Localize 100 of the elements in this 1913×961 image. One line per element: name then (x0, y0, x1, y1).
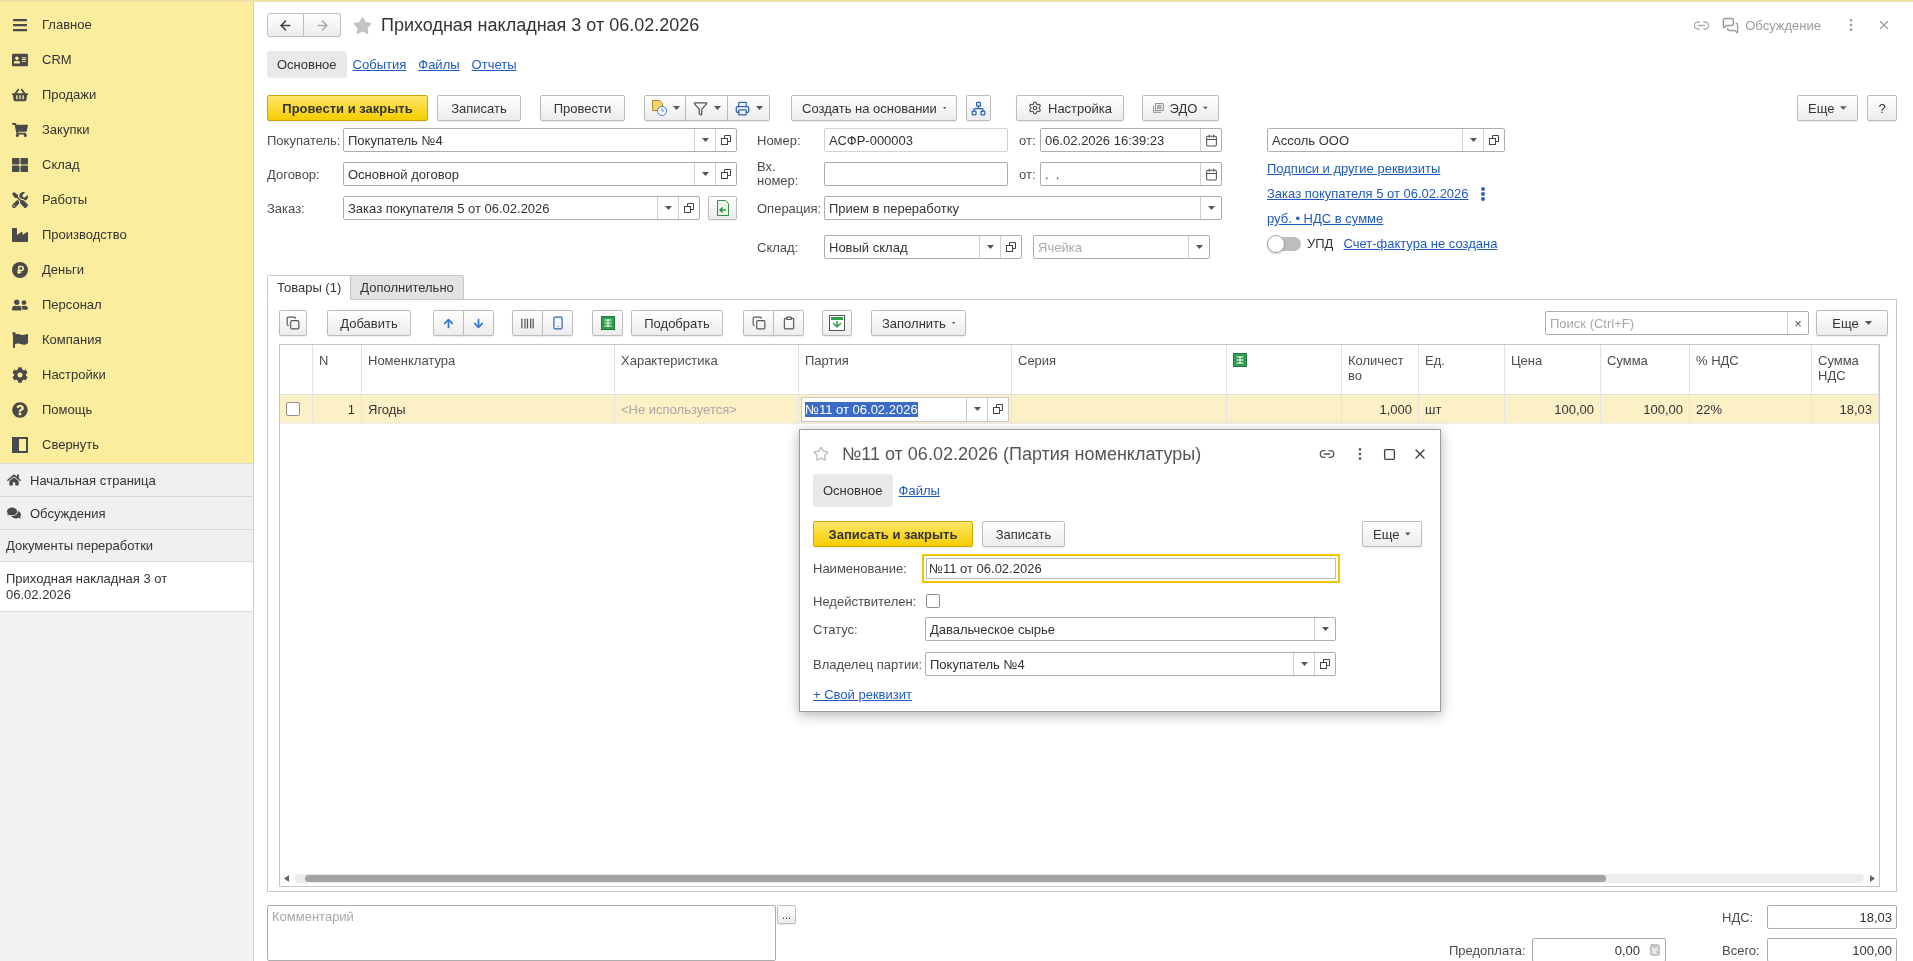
tab[interactable]: Отчеты (465, 51, 523, 78)
sidebar-item[interactable]: Компания (0, 322, 253, 357)
scroll-left-button[interactable] (284, 875, 289, 882)
tab[interactable]: События (346, 51, 413, 78)
sidebar-item[interactable]: Главное (0, 7, 253, 42)
column-header[interactable]: Цена (1505, 345, 1601, 394)
square-icon[interactable] (1383, 447, 1396, 461)
column-header[interactable]: N (313, 345, 362, 394)
sidebar-item[interactable]: Закупки (0, 112, 253, 147)
link[interactable]: Заказ покупателя 5 от 06.02.2026 (1267, 186, 1469, 201)
date-field[interactable]: 06.02.2026 16:39:23 (1040, 128, 1222, 152)
save-and-close-button[interactable]: Записать и закрыть (813, 521, 973, 547)
add-attribute-link[interactable]: + Свой реквизит (813, 686, 912, 702)
customer-field[interactable]: Покупатель №4 (343, 128, 737, 152)
save-button[interactable]: Записать (982, 521, 1065, 547)
sidebar-item[interactable]: CRM (0, 42, 253, 77)
order-field[interactable]: Заказ покупателя 5 от 06.02.2026 (343, 196, 700, 220)
back-button[interactable] (267, 13, 304, 37)
upd-toggle[interactable] (1267, 234, 1301, 253)
fill-button[interactable]: Заполнить (871, 310, 966, 336)
sidebar-item[interactable]: Настройки (0, 357, 253, 392)
sidebar-item[interactable]: Склад (0, 147, 253, 182)
sidebar-item[interactable]: Работы (0, 182, 253, 217)
open-window-item[interactable]: Приходная накладная 3 от 06.02.2026 (0, 561, 253, 612)
more-button[interactable]: Еще (1816, 310, 1888, 336)
spreadsheet-button[interactable] (592, 310, 623, 336)
fill-table-button[interactable] (822, 310, 852, 336)
paste-button[interactable] (773, 310, 804, 336)
batch-input-field[interactable]: №11 от 06.02.2026 (801, 396, 967, 422)
document-menu-button[interactable] (644, 95, 686, 121)
clear-button[interactable]: × (1787, 312, 1808, 334)
link[interactable]: Подписи и другие реквизиты (1267, 161, 1441, 176)
column-header[interactable]: Характеристика (615, 345, 799, 394)
tab[interactable]: Основное (267, 51, 347, 78)
number-field[interactable]: АСФР-000003 (824, 128, 1008, 152)
warehouse-field[interactable]: Новый склад (824, 235, 1022, 259)
row-checkbox[interactable] (286, 402, 300, 416)
edo-button[interactable]: ЭДО (1142, 95, 1219, 121)
column-header[interactable]: Партия (799, 345, 1012, 394)
refill-button[interactable] (708, 196, 737, 220)
sidebar-item[interactable]: Персонал (0, 287, 253, 322)
print-menu-button[interactable] (727, 95, 770, 121)
filter-menu-button[interactable] (685, 95, 728, 121)
total-field[interactable]: 100,00 (1767, 938, 1897, 961)
contract-field[interactable]: Основной договор (343, 162, 737, 186)
vat-field[interactable]: 18,03 (1767, 905, 1897, 929)
expand-comment-button[interactable]: ... (777, 905, 796, 924)
post-button[interactable]: Провести (540, 95, 625, 121)
checkbox[interactable] (926, 594, 940, 608)
add-button[interactable]: Добавить (327, 310, 411, 336)
column-header[interactable]: % НДС (1690, 345, 1812, 394)
sidebar-item[interactable]: Продажи (0, 77, 253, 112)
search-field[interactable]: Поиск (Ctrl+F) × (1545, 311, 1809, 335)
pick-button[interactable]: Подобрать (631, 310, 723, 336)
sidebar-item[interactable]: Деньги (0, 252, 253, 287)
tab[interactable]: Основное (813, 474, 893, 507)
status-field[interactable]: Давальческое сырье (925, 617, 1336, 641)
move-up-button[interactable] (433, 310, 464, 336)
barcode-button[interactable] (512, 310, 543, 336)
open-button[interactable] (988, 396, 1009, 422)
column-header[interactable]: Количество (1342, 345, 1419, 394)
column-header[interactable]: Номенклатура (362, 345, 615, 394)
post-and-close-button[interactable]: Провести и закрыть (267, 95, 428, 121)
sidebar-item[interactable]: Свернуть (0, 427, 253, 462)
date-field[interactable]: . . (1040, 162, 1222, 186)
sidebar-item[interactable]: Помощь (0, 392, 253, 427)
star-icon[interactable] (353, 15, 372, 35)
move-down-button[interactable] (463, 310, 494, 336)
copy-button[interactable] (743, 310, 774, 336)
column-header[interactable]: Ед. (1419, 345, 1505, 394)
scrollbar-thumb[interactable] (305, 875, 1607, 882)
tab[interactable]: Файлы (892, 474, 946, 507)
vertical-dots-icon[interactable] (1480, 186, 1485, 201)
structure-button[interactable] (966, 95, 991, 121)
column-header[interactable]: Сумма НДС (1812, 345, 1879, 394)
save-button[interactable]: Записать (437, 95, 521, 121)
dropdown-button[interactable] (967, 396, 988, 422)
column-header[interactable]: Серия (1012, 345, 1227, 394)
tab[interactable]: Дополнительно (350, 275, 464, 300)
prepayment-field[interactable]: 0,00 (1532, 938, 1666, 961)
star-icon[interactable] (813, 446, 829, 462)
sidebar-item[interactable]: Производство (0, 217, 253, 252)
name-field[interactable]: №11 от 06.02.2026 (922, 554, 1340, 583)
operation-field[interactable]: Прием в переработку (824, 196, 1222, 220)
more-button[interactable]: Еще (1362, 521, 1422, 547)
scroll-right-button[interactable] (1870, 875, 1875, 882)
owner-field[interactable]: Покупатель №4 (925, 652, 1336, 676)
tab[interactable]: Товары (1) (267, 275, 352, 300)
incoming-number-field[interactable] (824, 162, 1008, 186)
column-header[interactable]: Сумма (1601, 345, 1690, 394)
link[interactable]: руб. • НДС в сумме (1267, 211, 1384, 226)
help-button[interactable]: ? (1867, 95, 1897, 121)
scanner-button[interactable] (542, 310, 573, 336)
link[interactable]: Счет-фактура не создана (1343, 236, 1498, 251)
organization-field[interactable]: Ассоль ООО (1267, 128, 1505, 152)
tab[interactable]: Файлы (412, 51, 466, 78)
create-based-on-button[interactable]: Создать на основании (791, 95, 957, 121)
more-button[interactable]: Еще (1797, 95, 1858, 121)
copy-rows-button[interactable] (279, 310, 307, 336)
settings-button[interactable]: Настройка (1016, 95, 1124, 121)
